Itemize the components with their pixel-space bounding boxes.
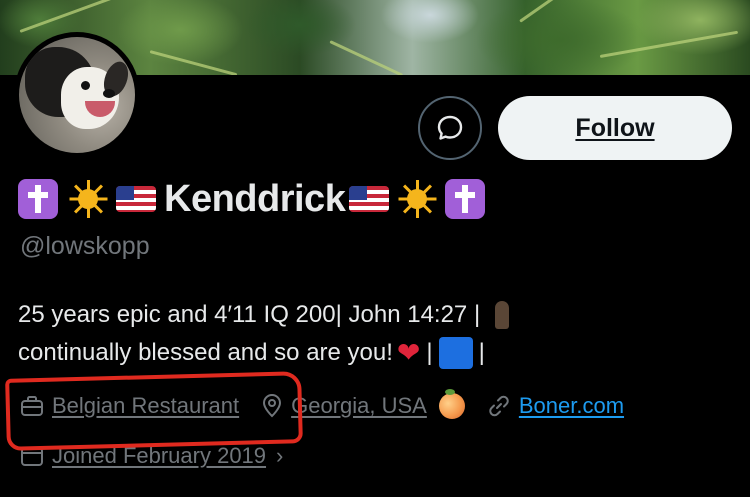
red-heart-emoji: ❤ [396, 337, 421, 368]
user-handle: @lowskopp [20, 232, 150, 260]
display-name-row: Kenddrick [18, 174, 495, 224]
profile-page: Follow Kenddrick @lowskopp 25 years epic… [0, 0, 750, 497]
follow-button-label: Follow [575, 113, 655, 142]
latin-cross-emoji [18, 179, 58, 219]
sun-emoji [68, 179, 108, 219]
latin-cross-emoji [445, 179, 486, 219]
display-name: Kenddrick [164, 177, 346, 220]
praying-hands-emoji [486, 299, 518, 331]
red-annotation-outline [5, 371, 303, 451]
location-label: Georgia, USA [291, 393, 427, 418]
peach-emoji [438, 389, 465, 419]
website-item[interactable]: Boner.com [487, 393, 624, 419]
bio: 25 years epic and 4′11 IQ 200| John 14:2… [18, 296, 718, 372]
follow-button[interactable]: Follow [498, 96, 732, 160]
bio-line-1: 25 years epic and 4′11 IQ 200| John 14:2… [18, 301, 481, 328]
avatar-photo [19, 37, 135, 153]
us-flag-emoji [349, 186, 390, 212]
bio-separator: | [478, 339, 485, 366]
link-icon [489, 395, 509, 417]
avatar[interactable] [14, 32, 140, 158]
bio-separator: | [426, 339, 433, 366]
message-bubble-icon [437, 115, 463, 140]
blue-square-emoji [438, 337, 473, 369]
chevron-right-icon: › [276, 443, 284, 468]
website-link[interactable]: Boner.com [519, 393, 624, 419]
bio-line-2: continually blessed and so are you! [18, 339, 393, 366]
sun-emoji [397, 179, 437, 219]
us-flag-emoji [116, 186, 156, 212]
message-button[interactable] [418, 96, 482, 160]
